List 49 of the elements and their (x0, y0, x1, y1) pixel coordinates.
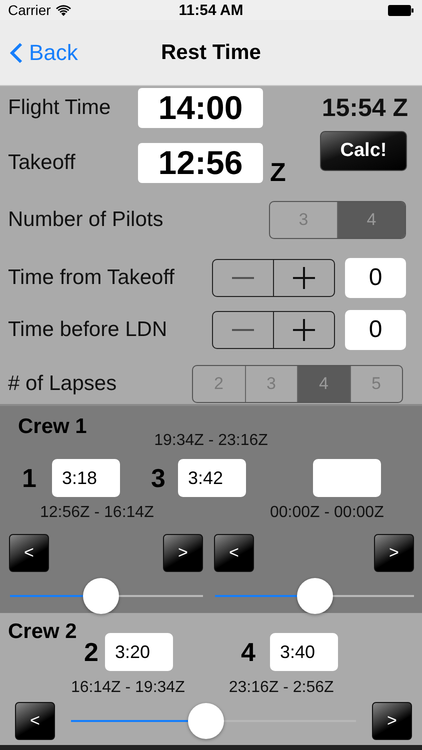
flight-time-field[interactable]: 14:00 (138, 88, 263, 128)
clock-time: 11:54 AM (178, 2, 244, 18)
slider-thumb[interactable] (82, 578, 119, 614)
pilot-number: 2 (84, 636, 100, 668)
previous-button[interactable]: < (15, 702, 55, 740)
plus-icon (293, 319, 315, 341)
next-button[interactable]: > (372, 702, 412, 740)
minus-icon (232, 277, 254, 279)
offset-field[interactable]: 0 (345, 258, 406, 298)
takeoff-label: Takeoff (8, 151, 76, 175)
pilots-label: Number of Pilots (8, 208, 164, 232)
carrier-label: Carrier (8, 2, 51, 18)
rest-range: 19:34Z - 23:16Z (154, 432, 268, 450)
landing-time: 15:54 Z (322, 94, 408, 122)
offset-field[interactable]: 0 (345, 310, 406, 350)
rest-duration-field[interactable] (313, 459, 381, 497)
rest-range: 12:56Z - 16:14Z (40, 504, 155, 522)
calc-button[interactable]: Calc! (320, 131, 407, 171)
slider-thumb[interactable] (188, 703, 224, 739)
rest-duration-field[interactable]: 3:18 (52, 459, 120, 497)
minus-icon (232, 329, 254, 331)
slider[interactable] (71, 703, 356, 739)
previous-button[interactable]: < (214, 534, 254, 572)
zulu-suffix: Z (270, 159, 286, 185)
slider-thumb[interactable] (296, 578, 332, 614)
battery-icon (388, 4, 414, 16)
chevron-left-icon (10, 42, 23, 64)
plus-icon (293, 267, 315, 289)
rest-range: 23:16Z - 2:56Z (228, 679, 334, 697)
stepper-label: Time from Takeoff (8, 266, 175, 290)
pilot-number: 1 (22, 462, 38, 494)
crew-title: Crew 2 (8, 620, 77, 643)
pilot-number: 4 (241, 636, 256, 668)
crew-title: Crew 1 (18, 415, 87, 438)
stepper-label: Time before LDN (8, 318, 168, 342)
wifi-icon (56, 4, 71, 16)
flight-time-label: Flight Time (8, 96, 112, 120)
next-button[interactable]: > (163, 534, 203, 572)
lapses-label: # of Lapses (8, 372, 117, 396)
previous-button[interactable]: < (9, 534, 49, 572)
pilot-number: 3 (151, 462, 166, 494)
rest-duration-field[interactable]: 3:42 (178, 459, 246, 497)
rest-range: 00:00Z - 00:00Z (270, 504, 385, 522)
rest-range: 16:14Z - 19:34Z (71, 679, 185, 697)
takeoff-field[interactable]: 12:56 (138, 143, 263, 183)
rest-duration-field[interactable]: 3:40 (270, 633, 338, 671)
next-button[interactable]: > (374, 534, 414, 572)
rest-duration-field[interactable]: 3:20 (105, 633, 173, 671)
screen-title: Rest Time (161, 40, 261, 64)
